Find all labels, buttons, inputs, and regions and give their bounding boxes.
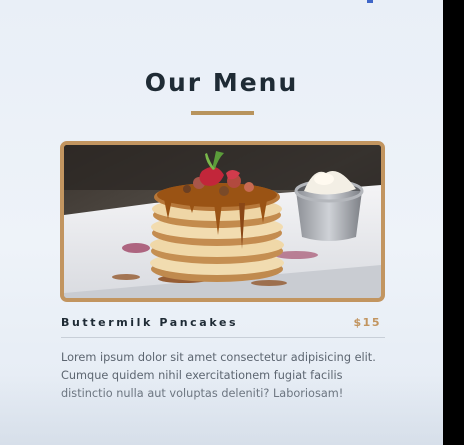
menu-item-photo: [60, 141, 385, 302]
item-name: Buttermilk Pancakes: [61, 316, 239, 329]
top-accent-mark: [367, 0, 373, 3]
item-description: Lorem ipsum dolor sit amet consectetur a…: [61, 351, 376, 400]
right-gutter: [443, 0, 464, 445]
title-underline: [191, 111, 254, 115]
item-divider: [61, 337, 385, 338]
pancakes-image: [64, 145, 381, 298]
viewport: Our Menu Buttermilk Pancakes $15 Lorem i…: [0, 0, 464, 445]
item-price: $15: [353, 316, 381, 329]
menu-page: Our Menu Buttermilk Pancakes $15 Lorem i…: [0, 0, 443, 445]
page-title: Our Menu: [144, 68, 299, 97]
